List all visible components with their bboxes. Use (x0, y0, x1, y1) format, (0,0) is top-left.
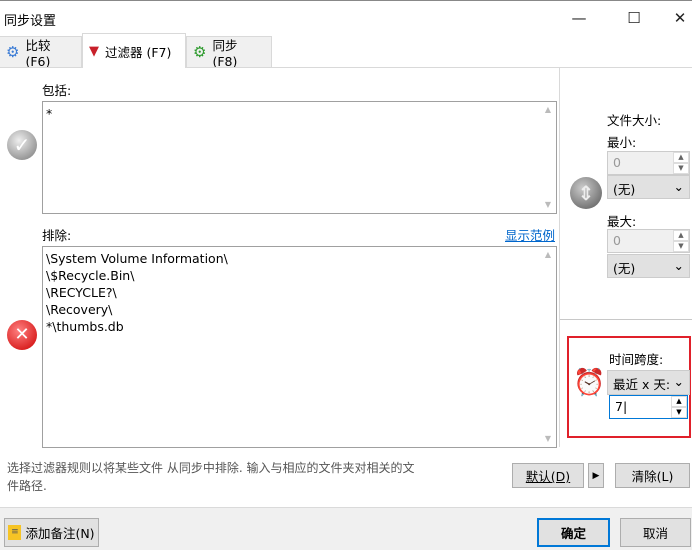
funnel-icon: ▼ (89, 43, 99, 59)
note-icon: ≡ (8, 525, 22, 540)
max-size-label: 最大: (607, 214, 637, 229)
show-examples-link[interactable]: 显示范例 (505, 225, 555, 244)
checkmark-icon: ✓ (7, 130, 37, 160)
default-button[interactable]: 默认(D) (512, 463, 584, 488)
time-span-days-input[interactable]: 7| ▲ ▼ (609, 395, 688, 419)
min-size-unit-select[interactable]: (无) ⌄ (607, 175, 690, 199)
spin-up-button[interactable]: ▲ (673, 152, 689, 163)
spin-up-button[interactable]: ▲ (673, 230, 689, 241)
include-scrollbar[interactable]: ▲ ▼ (540, 102, 556, 213)
maximize-button[interactable]: ☐ (611, 1, 657, 35)
default-menu-arrow-button[interactable]: ▶ (588, 463, 604, 488)
spin-down-button[interactable]: ▼ (671, 407, 687, 418)
section-divider (560, 319, 692, 320)
chevron-down-icon: ⌄ (673, 258, 684, 273)
min-size-label: 最小: (607, 135, 637, 150)
clear-button[interactable]: 清除(L) (615, 463, 690, 488)
min-size-input[interactable]: 0 ▲ ▼ (607, 151, 690, 175)
spin-down-button[interactable]: ▼ (673, 241, 689, 252)
include-textarea[interactable]: * ▲ ▼ (42, 101, 557, 214)
close-button[interactable]: ✕ (657, 1, 692, 35)
file-size-label: 文件大小: (607, 113, 662, 128)
triangle-right-icon: ▶ (592, 470, 600, 481)
max-size-input[interactable]: 0 ▲ ▼ (607, 229, 690, 253)
add-note-button[interactable]: ≡ 添加备注(N) (4, 518, 99, 547)
title-bar: 同步设置 — ☐ ✕ (0, 0, 692, 35)
x-circle-icon: ✕ (7, 320, 37, 350)
description-text: 选择过滤器规则以将某些文件 从同步中排除. 输入与相应的文件夹对相关的文件路径. (7, 461, 415, 493)
exclude-textarea[interactable]: \System Volume Information\ \$Recycle.Bi… (42, 246, 557, 448)
exclude-label: 排除: (42, 228, 72, 243)
gear-blue-icon: ⚙ (6, 43, 20, 61)
chevron-down-icon: ⌄ (673, 179, 684, 194)
window-title: 同步设置 (4, 14, 57, 29)
spin-up-button[interactable]: ▲ (671, 396, 687, 407)
exclude-scrollbar[interactable]: ▲ ▼ (540, 247, 556, 447)
chevron-down-icon: ⌄ (673, 374, 684, 389)
max-size-unit-select[interactable]: (无) ⌄ (607, 254, 690, 278)
spin-down-button[interactable]: ▼ (673, 163, 689, 174)
tab-compare[interactable]: ⚙ 比较 (F6) (0, 36, 82, 69)
tab-sync[interactable]: ⚙ 同步 (F8) (186, 36, 272, 69)
cancel-button[interactable]: 取消 (620, 518, 691, 547)
ok-button[interactable]: 确定 (537, 518, 610, 547)
size-arrows-icon: ⇕ (570, 177, 602, 209)
gear-green-icon: ⚙ (193, 43, 207, 61)
time-span-mode-select[interactable]: 最近 x 天: ⌄ (607, 370, 690, 395)
panel-divider (559, 67, 560, 447)
minimize-button[interactable]: — (556, 1, 602, 35)
alarm-clock-icon: ⏰ (573, 368, 606, 398)
include-label: 包括: (42, 83, 72, 98)
time-span-label: 时间跨度: (609, 352, 664, 367)
tab-filter[interactable]: ▼ 过滤器 (F7) (82, 33, 186, 68)
